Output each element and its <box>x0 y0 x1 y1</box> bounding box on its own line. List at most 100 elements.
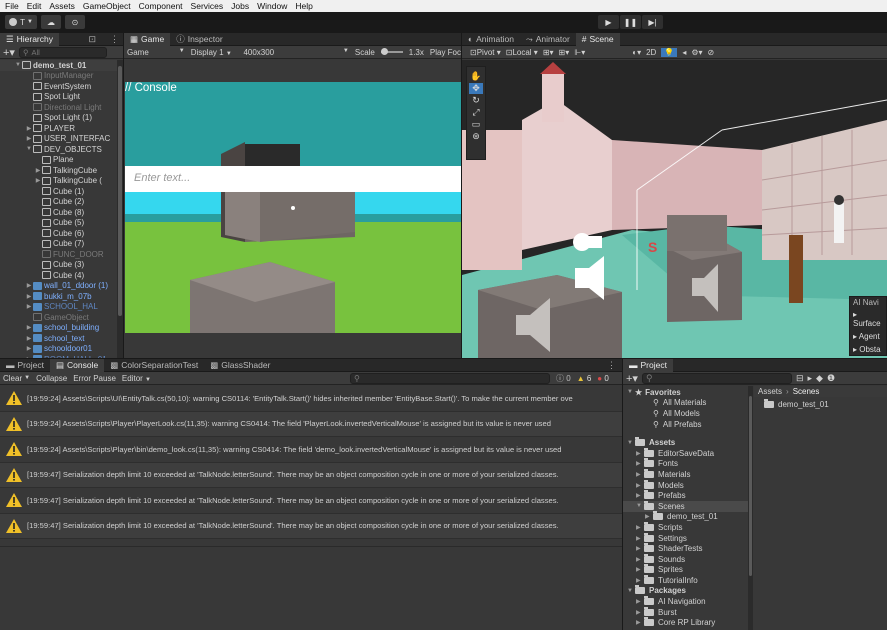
collapse-arrow-icon[interactable]: ▶ <box>25 335 33 342</box>
info-count[interactable]: ⓘ 0 <box>556 373 571 384</box>
assets-header[interactable]: ▼ Assets <box>623 437 748 448</box>
tab-animator[interactable]: ⤳ Animator <box>520 33 576 46</box>
hand-tool-icon[interactable]: ✋ <box>470 71 481 82</box>
label-icon[interactable]: ◆ <box>816 373 823 384</box>
expand-arrow-icon[interactable]: ▶ <box>636 619 644 626</box>
asset-folder[interactable]: ▶ Sprites <box>623 564 748 576</box>
package-folder[interactable]: ▶ Burst <box>623 606 748 618</box>
expand-arrow-icon[interactable]: ▶ <box>636 524 644 531</box>
tab-game[interactable]: ▦ Game <box>124 32 171 46</box>
step-button[interactable]: ▶| <box>642 15 663 29</box>
asset-folder[interactable]: ▶ Models <box>623 479 748 491</box>
hierarchy-item[interactable]: EventSystem <box>0 81 117 92</box>
rotate-tool-icon[interactable]: ↻ <box>472 95 480 106</box>
shading-mode-button[interactable]: ◐▾ <box>632 48 641 57</box>
asset-folder[interactable]: ▶ Settings <box>623 532 748 544</box>
tab-project[interactable]: ▬ Project <box>0 359 50 372</box>
collapse-arrow-icon[interactable]: ▶ <box>25 293 33 300</box>
console-log-entry[interactable]: [19:59:24] Assets\Scripts\UI\EntityTalk.… <box>0 386 622 412</box>
project-tree-scrollbar[interactable] <box>748 386 753 630</box>
expand-arrow-icon[interactable]: ▶ <box>636 471 644 478</box>
hierarchy-item[interactable]: Cube (3) <box>0 260 117 271</box>
scale-tool-icon[interactable]: ⤢ <box>472 107 479 118</box>
favorite-item[interactable]: ⚲ All Materials <box>623 398 748 409</box>
audio-toggle[interactable]: ◂ <box>682 48 686 57</box>
tab-project-window[interactable]: ▬ Project <box>623 358 673 372</box>
asset-folder[interactable]: ▶ Sounds <box>623 553 748 565</box>
type-filter-icon[interactable]: ▸ <box>808 373 813 384</box>
tab-console[interactable]: ▤ Console <box>49 358 105 372</box>
chevron-down-icon[interactable]: ▼ <box>24 375 30 381</box>
console-log-entry[interactable]: [19:59:47] Serialization depth limit 10 … <box>0 462 622 488</box>
add-icon[interactable]: +▾ <box>3 46 15 59</box>
expand-arrow-icon[interactable]: ▶ <box>636 482 644 489</box>
favorite-item[interactable]: ⚲ All Models <box>623 408 748 419</box>
lock-icon[interactable]: ⊡ <box>88 34 96 45</box>
hierarchy-item[interactable]: Spot Light (1) <box>0 113 117 124</box>
expand-arrow-icon[interactable]: ▶ <box>636 556 644 563</box>
hierarchy-item[interactable]: ▶ PLAYER <box>0 123 117 134</box>
expand-arrow-icon[interactable]: ▶ <box>636 460 644 467</box>
expand-arrow-icon[interactable]: ▼ <box>25 146 33 152</box>
rect-tool-icon[interactable]: ▭ <box>472 119 481 130</box>
expand-arrow-icon[interactable]: ▼ <box>627 588 635 594</box>
collapse-arrow-icon[interactable]: ▶ <box>25 135 33 142</box>
tab-glassshader[interactable]: ▩ GlassShader <box>204 359 276 372</box>
pivot-toggle[interactable]: ⊡Pivot ▾ <box>470 48 501 57</box>
collapse-arrow-icon[interactable]: ▶ <box>34 177 42 184</box>
console-log-entry[interactable]: [19:59:24] Assets\Scripts\Player\PlayerL… <box>0 411 622 437</box>
menu-item-edit[interactable]: Edit <box>27 1 42 11</box>
filter-icon[interactable]: ⊟ <box>796 373 804 384</box>
hidden-toggle[interactable]: ⊘ <box>708 48 715 57</box>
expand-arrow-icon[interactable]: ▶ <box>636 545 644 552</box>
editor-select[interactable]: Editor ▼ <box>122 374 151 383</box>
tab-inspector[interactable]: ⓘ Inspector <box>170 33 228 46</box>
more-icon[interactable]: ⋮ <box>110 34 119 45</box>
space-toggle[interactable]: ⊡Local ▾ <box>506 48 538 57</box>
menu-item-gameobject[interactable]: GameObject <box>83 1 131 11</box>
clear-button[interactable]: Clear <box>3 374 22 383</box>
hierarchy-item[interactable]: ▼ DEV_OBJECTS <box>0 144 117 155</box>
2d-toggle[interactable]: 2D <box>646 48 656 57</box>
hierarchy-item[interactable]: ▶ USER_INTERFAC <box>0 134 117 145</box>
scale-slider[interactable] <box>380 48 403 55</box>
hierarchy-item[interactable]: Spot Light <box>0 92 117 103</box>
play-button[interactable]: ▶ <box>598 15 619 29</box>
expand-arrow-icon[interactable]: ▼ <box>627 389 635 395</box>
tab-hierarchy[interactable]: ☰ Hierarchy <box>0 32 59 46</box>
hierarchy-item[interactable]: Cube (2) <box>0 197 117 208</box>
expand-arrow-icon[interactable]: ▶ <box>636 566 644 573</box>
hierarchy-item[interactable]: Directional Light <box>0 102 117 113</box>
expand-arrow-icon[interactable]: ▶ <box>636 450 644 457</box>
account-button[interactable]: T ▼ <box>5 15 37 29</box>
error-count[interactable]: ● 0 <box>597 374 609 383</box>
asset-folder[interactable]: ▶ ShaderTests <box>623 543 748 554</box>
collab-button[interactable]: ⊙ <box>65 15 85 29</box>
expand-arrow-icon[interactable]: ▼ <box>636 503 644 509</box>
asset-folder[interactable]: ▶ Scripts <box>623 521 748 533</box>
hierarchy-item[interactable]: ▶ROOM_HALL_01 <box>0 354 117 358</box>
asset-folder[interactable]: ▶ Materials <box>623 468 748 480</box>
package-folder[interactable]: ▶ AI Navigation <box>623 596 748 607</box>
grid-snap-button[interactable]: ⊞▾ <box>543 48 554 57</box>
asset-folder[interactable]: ▶ EditorSaveData <box>623 447 748 459</box>
visibility-icon[interactable]: ❶ <box>827 373 835 384</box>
package-folder[interactable]: ▶ Core RP Library <box>623 617 748 628</box>
asset-folder[interactable]: ▼ Scenes <box>623 500 748 512</box>
collapse-arrow-icon[interactable]: ▶ <box>25 125 33 132</box>
collapse-arrow-icon[interactable]: ▶ <box>25 324 33 331</box>
expand-arrow-icon[interactable]: ▼ <box>627 440 635 446</box>
error-pause-toggle[interactable]: Error Pause <box>73 374 116 383</box>
menu-item-window[interactable]: Window <box>257 1 287 11</box>
hierarchy-item[interactable]: ▼ demo_test_01 <box>0 60 117 71</box>
increment-button[interactable]: ⊩▾ <box>574 48 585 57</box>
move-tool-icon[interactable]: ✥ <box>469 83 483 94</box>
collapse-arrow-icon[interactable]: ▶ <box>25 345 33 352</box>
hierarchy-item[interactable]: Plane <box>0 155 117 166</box>
expand-arrow-icon[interactable]: ▶ <box>636 609 644 616</box>
favorite-item[interactable]: ⚲ All Prefabs <box>623 419 748 430</box>
snap-increment-button[interactable]: ⊞▾ <box>559 48 570 57</box>
asset-folder[interactable]: ▶ TutorialInfo <box>623 574 748 586</box>
tab-animation[interactable]: ◐ Animation <box>462 33 520 46</box>
play-focus-select[interactable]: Play Foc <box>430 48 461 57</box>
